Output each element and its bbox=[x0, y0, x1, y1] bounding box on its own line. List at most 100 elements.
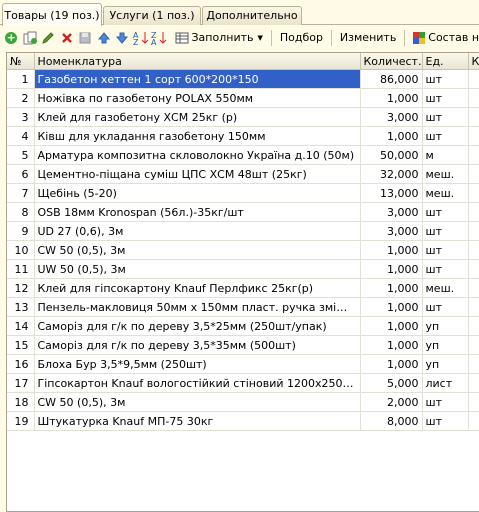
table-row[interactable]: 18 CW 50 (0,5), 3м 2,000 шт bbox=[7, 392, 479, 412]
nomenclature-cell[interactable]: Саморіз для г/к по дереву 3,5*35мм (500ш… bbox=[34, 335, 361, 355]
coefficient-cell[interactable] bbox=[468, 183, 479, 203]
unit-cell[interactable]: шт bbox=[422, 411, 469, 431]
quantity-cell[interactable]: 50,000 bbox=[360, 145, 423, 165]
row-number-cell[interactable]: 1 bbox=[7, 69, 35, 89]
row-number-cell[interactable]: 14 bbox=[7, 316, 35, 336]
move-down-button[interactable] bbox=[113, 28, 132, 48]
change-button[interactable]: Изменить bbox=[334, 28, 402, 48]
row-number-cell[interactable]: 13 bbox=[7, 297, 35, 317]
table-row[interactable]: 10 CW 50 (0,5), 3м 1,000 шт bbox=[7, 240, 479, 260]
row-number-cell[interactable]: 18 bbox=[7, 392, 35, 412]
quantity-cell[interactable]: 86,000 bbox=[360, 69, 423, 89]
coefficient-cell[interactable] bbox=[468, 335, 479, 355]
row-number-cell[interactable]: 7 bbox=[7, 183, 35, 203]
table-row[interactable]: 5 Арматура композитна скловолокно Україна… bbox=[7, 145, 479, 165]
column-header-nomenclature[interactable]: Номенклатура bbox=[34, 53, 361, 70]
copy-row-button[interactable] bbox=[21, 28, 40, 48]
move-up-button[interactable] bbox=[95, 28, 114, 48]
table-row[interactable]: 2 Ножівка по газобетону POLAX 550мм 1,000 ш… bbox=[7, 88, 479, 108]
unit-cell[interactable]: меш. bbox=[422, 183, 469, 203]
quantity-cell[interactable]: 1,000 bbox=[360, 354, 423, 374]
row-number-cell[interactable]: 8 bbox=[7, 202, 35, 222]
column-header-coefficient[interactable]: К bbox=[468, 53, 479, 70]
quantity-cell[interactable]: 1,000 bbox=[360, 335, 423, 355]
nomenclature-cell[interactable]: CW 50 (0,5), 3м bbox=[34, 240, 361, 260]
coefficient-cell[interactable] bbox=[468, 278, 479, 298]
unit-cell[interactable]: шт bbox=[422, 126, 469, 146]
column-header-quantity[interactable]: Количест... bbox=[360, 53, 423, 70]
quantity-cell[interactable]: 2,000 bbox=[360, 392, 423, 412]
row-number-cell[interactable]: 10 bbox=[7, 240, 35, 260]
column-header-number[interactable]: № bbox=[7, 53, 35, 70]
coefficient-cell[interactable] bbox=[468, 259, 479, 279]
nomenclature-cell[interactable]: Арматура композитна скловолокно Україна … bbox=[34, 145, 361, 165]
delete-row-button[interactable] bbox=[58, 28, 77, 48]
coefficient-cell[interactable] bbox=[468, 69, 479, 89]
add-row-button[interactable]: + bbox=[2, 28, 21, 48]
table-row[interactable]: 4 Ківш для укладання газобетону 150мм 1,00… bbox=[7, 126, 479, 146]
unit-cell[interactable]: шт bbox=[422, 69, 469, 89]
unit-cell[interactable]: м bbox=[422, 145, 469, 165]
nomenclature-cell[interactable]: Клей для гіпсокартону Knauf Перлфикс 25к… bbox=[34, 278, 361, 298]
coefficient-cell[interactable] bbox=[468, 145, 479, 165]
nomenclature-cell[interactable]: UD 27 (0,6), 3м bbox=[34, 221, 361, 241]
table-row[interactable]: 15 Саморіз для г/к по дереву 3,5*35мм (50… bbox=[7, 335, 479, 355]
coefficient-cell[interactable] bbox=[468, 221, 479, 241]
tab-services[interactable]: Услуги (1 поз.) bbox=[103, 6, 201, 25]
unit-cell[interactable]: меш. bbox=[422, 278, 469, 298]
coefficient-cell[interactable] bbox=[468, 240, 479, 260]
nomenclature-cell[interactable]: Щебінь (5-20) bbox=[34, 183, 361, 203]
quantity-cell[interactable]: 1,000 bbox=[360, 240, 423, 260]
sort-descending-button[interactable]: ZA bbox=[150, 28, 169, 48]
unit-cell[interactable]: шт bbox=[422, 392, 469, 412]
quantity-cell[interactable]: 1,000 bbox=[360, 278, 423, 298]
sort-ascending-button[interactable]: AZ bbox=[132, 28, 151, 48]
row-number-cell[interactable]: 3 bbox=[7, 107, 35, 127]
row-number-cell[interactable]: 6 bbox=[7, 164, 35, 184]
fill-menu-button[interactable]: Заполнить ▼ bbox=[169, 28, 269, 48]
unit-cell[interactable]: уп bbox=[422, 316, 469, 336]
coefficient-cell[interactable] bbox=[468, 373, 479, 393]
nomenclature-cell[interactable]: Саморіз для г/к по дереву 3,5*25мм (250ш… bbox=[34, 316, 361, 336]
nomenclature-cell[interactable]: Блоха Бур 3,5*9,5мм (250шт) bbox=[34, 354, 361, 374]
row-number-cell[interactable]: 5 bbox=[7, 145, 35, 165]
coefficient-cell[interactable] bbox=[468, 316, 479, 336]
nomenclature-cell[interactable]: Газобетон хеттен 1 сорт 600*200*150 bbox=[34, 69, 361, 89]
unit-cell[interactable]: шт bbox=[422, 107, 469, 127]
row-number-cell[interactable]: 16 bbox=[7, 354, 35, 374]
row-number-cell[interactable]: 17 bbox=[7, 373, 35, 393]
edit-row-button[interactable] bbox=[39, 28, 58, 48]
quantity-cell[interactable]: 1,000 bbox=[360, 259, 423, 279]
nomenclature-cell[interactable]: Цементно-піщана суміш ЦПС ХСМ 48шт (25кг… bbox=[34, 164, 361, 184]
nomenclature-cell[interactable]: Штукатурка Knauf МП-75 30кг bbox=[34, 411, 361, 431]
quantity-cell[interactable]: 32,000 bbox=[360, 164, 423, 184]
tab-additional[interactable]: Дополнительно bbox=[202, 6, 302, 25]
goods-table[interactable]: № Номенклатура Количест... Ед. К 1 Газобе… bbox=[6, 52, 479, 512]
coefficient-cell[interactable] bbox=[468, 164, 479, 184]
nomenclature-cell[interactable]: Ножівка по газобетону POLAX 550мм bbox=[34, 88, 361, 108]
quantity-cell[interactable]: 13,000 bbox=[360, 183, 423, 203]
nomenclature-cell[interactable]: OSB 18мм Kronospan (56л.)-35кг/шт bbox=[34, 202, 361, 222]
nomenclature-cell[interactable]: UW 50 (0,5), 3м bbox=[34, 259, 361, 279]
coefficient-cell[interactable] bbox=[468, 88, 479, 108]
column-header-unit[interactable]: Ед. bbox=[422, 53, 469, 70]
quantity-cell[interactable]: 8,000 bbox=[360, 411, 423, 431]
quantity-cell[interactable]: 1,000 bbox=[360, 316, 423, 336]
nomenclature-cell[interactable]: Клей для газобетону ХСМ 25кг (р) bbox=[34, 107, 361, 127]
table-row[interactable]: 7 Щебінь (5-20) 13,000 меш. bbox=[7, 183, 479, 203]
row-number-cell[interactable]: 19 bbox=[7, 411, 35, 431]
row-number-cell[interactable]: 15 bbox=[7, 335, 35, 355]
end-edit-button[interactable] bbox=[76, 28, 95, 48]
table-row[interactable]: 6 Цементно-піщана суміш ЦПС ХСМ 48шт (25к… bbox=[7, 164, 479, 184]
unit-cell[interactable]: шт bbox=[422, 88, 469, 108]
table-row[interactable]: 9 UD 27 (0,6), 3м 3,000 шт bbox=[7, 221, 479, 241]
nomenclature-cell[interactable]: Ківш для укладання газобетону 150мм bbox=[34, 126, 361, 146]
nomenclature-cell[interactable]: CW 50 (0,5), 3м bbox=[34, 392, 361, 412]
quantity-cell[interactable]: 3,000 bbox=[360, 107, 423, 127]
coefficient-cell[interactable] bbox=[468, 107, 479, 127]
quantity-cell[interactable]: 1,000 bbox=[360, 297, 423, 317]
row-number-cell[interactable]: 4 bbox=[7, 126, 35, 146]
tab-goods[interactable]: Товары (19 поз.) bbox=[2, 3, 102, 26]
row-number-cell[interactable]: 2 bbox=[7, 88, 35, 108]
table-row[interactable]: 19 Штукатурка Knauf МП-75 30кг 8,000 шт bbox=[7, 411, 479, 431]
